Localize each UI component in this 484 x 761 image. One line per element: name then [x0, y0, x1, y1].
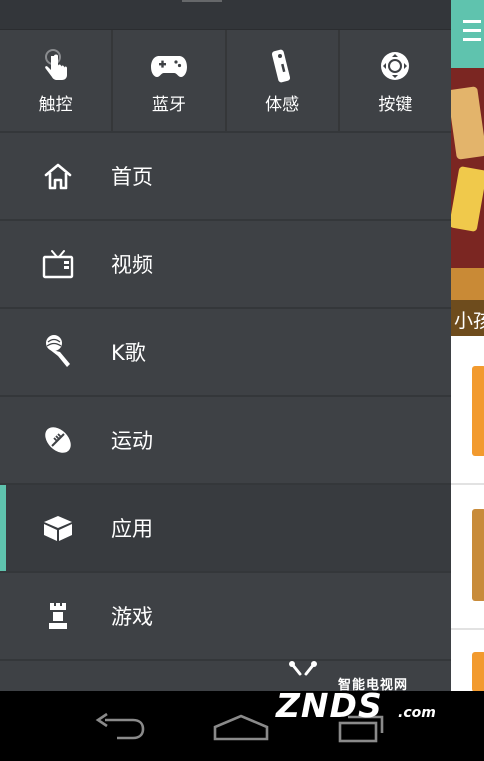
- banner-caption: 小孩: [450, 300, 484, 336]
- control-motion-button[interactable]: 体感: [227, 30, 340, 131]
- menu-icon[interactable]: [463, 20, 481, 47]
- control-touch-label: 触控: [38, 95, 73, 115]
- dpad-icon: [379, 48, 411, 84]
- control-keys-label: 按键: [378, 95, 413, 115]
- nav-item-karaoke[interactable]: K歌: [0, 309, 451, 395]
- background-banner[interactable]: [450, 68, 484, 336]
- nav-label: 游戏: [111, 605, 153, 629]
- watermark-brand: ZNDS: [276, 686, 383, 725]
- motion-remote-icon: [271, 48, 293, 84]
- znds-watermark: 智能电视网 ZNDS .com: [270, 660, 450, 730]
- back-button[interactable]: [92, 709, 148, 745]
- drawer-top-strip: [0, 0, 451, 30]
- nav-label: 视频: [111, 253, 153, 277]
- nav-label: 运动: [111, 429, 153, 453]
- nav-label: 应用: [111, 517, 153, 541]
- nav-label: 首页: [111, 165, 153, 189]
- back-arrow-icon: [95, 712, 145, 740]
- background-app-header: [450, 0, 484, 68]
- background-list-card[interactable]: [450, 630, 484, 691]
- control-mode-row: 触控 蓝牙 体感 按键: [0, 30, 451, 131]
- watermark-domain: .com: [398, 705, 436, 721]
- touch-hand-icon: [41, 48, 71, 84]
- box-icon: [40, 510, 76, 546]
- chess-rook-icon: [40, 598, 76, 634]
- football-icon: [40, 422, 76, 458]
- background-list-card[interactable]: [450, 336, 484, 483]
- nav-item-apps[interactable]: 应用: [0, 485, 451, 571]
- active-indicator: [0, 485, 6, 571]
- navigation-drawer: 触控 蓝牙 体感 按键 首页 视频 K歌 运动 应用 游戏: [0, 0, 451, 691]
- control-touch-button[interactable]: 触控: [0, 30, 114, 131]
- nav-item-games[interactable]: 游戏: [0, 573, 451, 659]
- gamepad-icon: [150, 48, 187, 84]
- control-motion-label: 体感: [265, 95, 300, 115]
- background-app-panel[interactable]: 小孩: [450, 0, 484, 691]
- control-keys-button[interactable]: 按键: [340, 30, 451, 131]
- home-button[interactable]: [212, 709, 270, 745]
- background-list-card[interactable]: [450, 485, 484, 628]
- tv-icon: [40, 246, 76, 282]
- control-bluetooth-button[interactable]: 蓝牙: [113, 30, 227, 131]
- home-icon: [40, 158, 76, 194]
- control-bluetooth-label: 蓝牙: [151, 95, 186, 115]
- microphone-icon: [40, 334, 76, 370]
- nav-item-home[interactable]: 首页: [0, 133, 451, 219]
- nav-item-sports[interactable]: 运动: [0, 397, 451, 483]
- nav-label: K歌: [111, 341, 146, 365]
- home-outline-icon: [213, 714, 269, 741]
- nav-item-video[interactable]: 视频: [0, 221, 451, 307]
